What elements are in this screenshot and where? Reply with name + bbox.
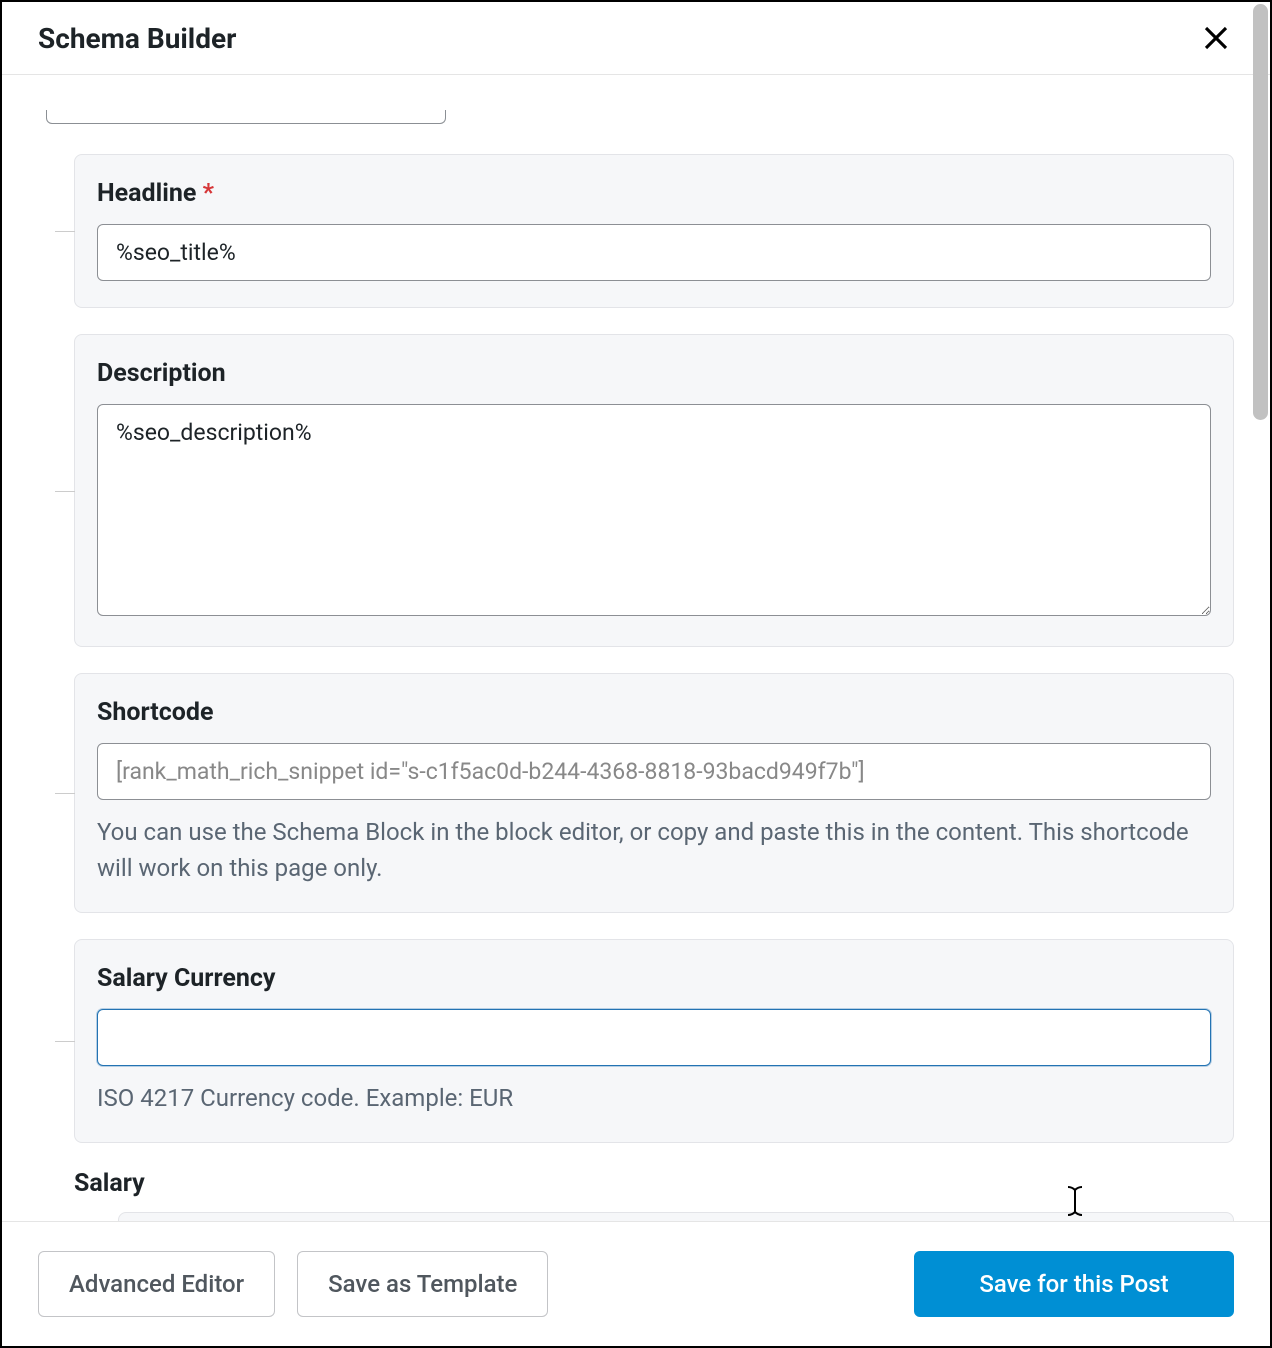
tree-connector bbox=[55, 1041, 75, 1042]
save-for-this-post-button[interactable]: Save for this Post bbox=[914, 1251, 1234, 1317]
description-field-card: Description bbox=[74, 334, 1234, 647]
footer-left-group: Advanced Editor Save as Template bbox=[38, 1251, 548, 1317]
description-textarea[interactable] bbox=[97, 404, 1211, 616]
headline-input[interactable] bbox=[97, 224, 1211, 281]
headline-label-text: Headline bbox=[97, 179, 196, 208]
salary-currency-helper-text: ISO 4217 Currency code. Example: EUR bbox=[97, 1080, 1211, 1116]
description-label: Description bbox=[97, 359, 1211, 388]
advanced-editor-button[interactable]: Advanced Editor bbox=[38, 1251, 275, 1317]
salary-field-card-partial bbox=[118, 1212, 1234, 1221]
salary-currency-input[interactable] bbox=[97, 1009, 1211, 1066]
salary-section-label: Salary bbox=[74, 1169, 1234, 1198]
shortcode-helper-text: You can use the Schema Block in the bloc… bbox=[97, 814, 1211, 886]
save-as-template-button[interactable]: Save as Template bbox=[297, 1251, 548, 1317]
shortcode-input[interactable] bbox=[97, 743, 1211, 800]
required-indicator: * bbox=[203, 179, 214, 208]
close-button[interactable] bbox=[1198, 20, 1234, 56]
footer-bar: Advanced Editor Save as Template Save fo… bbox=[2, 1221, 1270, 1346]
shortcode-field-card: Shortcode You can use the Schema Block i… bbox=[74, 673, 1234, 913]
tree-connector bbox=[55, 231, 75, 232]
tree-connector bbox=[55, 793, 75, 794]
modal-header: Schema Builder bbox=[2, 2, 1270, 75]
modal-title: Schema Builder bbox=[38, 22, 236, 55]
headline-label: Headline * bbox=[97, 179, 1211, 208]
tree-connector bbox=[55, 491, 75, 492]
partial-element-top bbox=[46, 110, 446, 124]
content-area: Headline * Description Shortcode You can… bbox=[2, 110, 1270, 1221]
shortcode-label: Shortcode bbox=[97, 698, 1211, 727]
salary-currency-label: Salary Currency bbox=[97, 964, 1211, 993]
close-icon bbox=[1201, 23, 1231, 53]
salary-currency-field-card: Salary Currency ISO 4217 Currency code. … bbox=[74, 939, 1234, 1143]
headline-field-card: Headline * bbox=[74, 154, 1234, 308]
